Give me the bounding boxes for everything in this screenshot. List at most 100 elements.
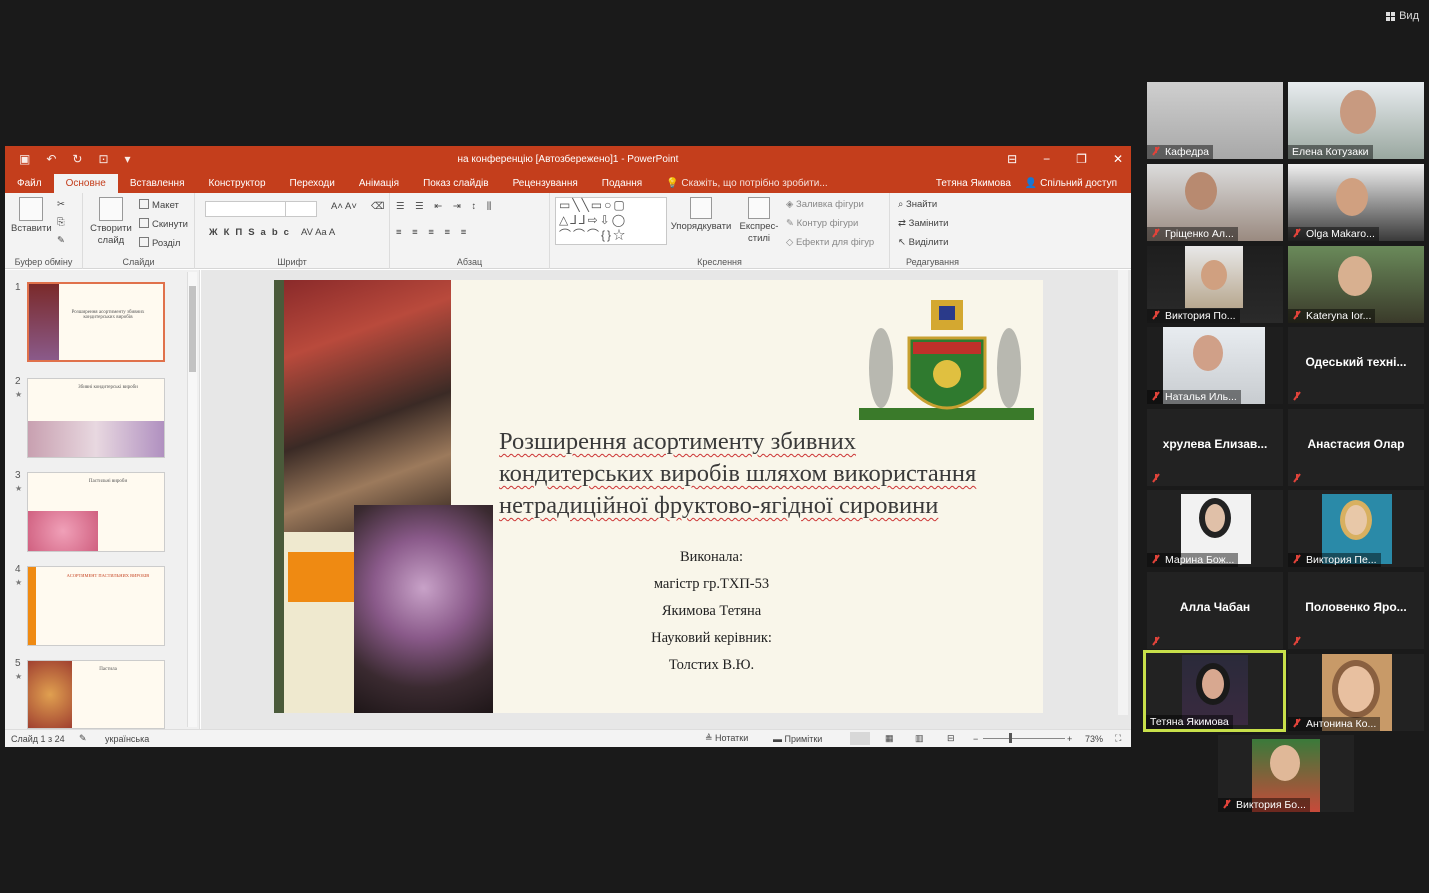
slide-thumbnail[interactable]: АСОРТИМЕНТ ПАСТИЛЬНИХ ВИРОБІВ <box>27 566 165 646</box>
participant-tile[interactable]: Виктория Пе... <box>1288 490 1424 567</box>
share-button[interactable]: 👤 Спільний доступ <box>1025 174 1117 193</box>
participant-name-center: Половенко Яро... <box>1305 600 1407 614</box>
section-button[interactable]: Розділ <box>139 237 180 249</box>
participant-tile[interactable]: Kateryna Ior... <box>1288 246 1424 323</box>
quick-styles-button[interactable]: Експрес-стилі <box>736 197 782 245</box>
layout-button[interactable]: Макет <box>139 199 179 211</box>
language-indicator[interactable]: українська <box>105 734 149 744</box>
arrange-button[interactable]: Упорядкувати <box>670 197 732 232</box>
participant-face <box>1193 335 1223 371</box>
slide-thumbnail[interactable]: Розширення асортименту збивних кондитерс… <box>27 282 165 362</box>
normal-view-icon[interactable] <box>850 732 870 745</box>
participant-tile[interactable]: Гріщенко Ал... <box>1147 164 1283 241</box>
align-buttons[interactable]: ≡ ≡ ≡ ≡ ≡ <box>396 227 470 238</box>
thumb-accent <box>28 567 36 645</box>
participant-tile[interactable]: Алла Чабан <box>1147 572 1283 649</box>
zoom-slider[interactable] <box>983 738 1065 739</box>
zoom-out-icon[interactable]: − <box>973 734 978 744</box>
participant-tile[interactable]: Olga Makaro... <box>1288 164 1424 241</box>
shapes-gallery[interactable]: ▭╲╲▭○▢ △⅃⅃⇨⇩◯ ⌒⌒⌒{}☆ <box>555 197 667 245</box>
close-icon[interactable]: ✕ <box>1113 152 1123 166</box>
tab-animations[interactable]: Анімація <box>347 174 411 193</box>
shape-outline-button[interactable]: ✎ Контур фігури <box>786 218 858 229</box>
zoom-in-icon[interactable]: + <box>1067 734 1072 744</box>
participant-tile[interactable]: Марина Бож... <box>1147 490 1283 567</box>
reading-view-icon[interactable]: ▥ <box>915 733 924 744</box>
shape-fill-button[interactable]: ◈ Заливка фігури <box>786 199 864 210</box>
account-area: Тетяна Якимова 👤 Спільний доступ <box>936 174 1117 193</box>
tab-insert[interactable]: Вставлення <box>118 174 197 193</box>
participant-face <box>1270 745 1300 781</box>
font-size-input[interactable] <box>285 201 317 217</box>
participant-tile[interactable]: Антонина Ко... <box>1288 654 1424 731</box>
grow-font-icon[interactable]: A˄ A˅ <box>331 201 357 212</box>
tab-view[interactable]: Подання <box>590 174 654 193</box>
ribbon: Вставити ✂ ⎘ ✎ Буфер обміну Створити сла… <box>5 193 1131 269</box>
list-buttons[interactable]: ☰ ☰ ⇤ ⇥ ↕ ⫼ <box>396 201 495 212</box>
zoom-slider-thumb[interactable] <box>1009 733 1012 743</box>
save-icon[interactable]: ▣ <box>19 152 30 166</box>
slide-sorter-icon[interactable]: ▦ <box>885 733 894 744</box>
thumb-title: Збивні кондитерські вироби <box>78 385 138 390</box>
cut-icon[interactable]: ✂ <box>57 199 65 210</box>
tab-slideshow[interactable]: Показ слайдів <box>411 174 501 193</box>
user-name[interactable]: Тетяна Якимова <box>936 174 1011 193</box>
reset-button[interactable]: Скинути <box>139 218 188 230</box>
participant-tile[interactable]: Наталья Иль... <box>1147 327 1283 404</box>
start-slideshow-icon[interactable]: ⊡ <box>98 152 108 166</box>
shape-effects-button[interactable]: ◇ Ефекти для фігур <box>786 237 874 248</box>
new-slide-button[interactable]: Створити слайд <box>89 197 133 247</box>
paste-button[interactable]: Вставити <box>11 197 52 234</box>
undo-icon[interactable]: ↶ <box>46 152 56 166</box>
fit-slide-icon[interactable]: ⛶ <box>1115 733 1121 744</box>
slide[interactable]: Розширення асортименту збивних кондитерс… <box>274 280 1043 713</box>
participant-video <box>1185 172 1217 210</box>
replace-button[interactable]: ⇄ Замінити <box>898 218 948 229</box>
author-info: Виконала: магістр гр.ТХП-53 Якимова Тетя… <box>574 544 849 679</box>
participant-tile[interactable]: Елена Котузаки <box>1288 82 1424 159</box>
zoom-level[interactable]: 73% <box>1085 734 1103 744</box>
copy-icon[interactable]: ⎘ <box>57 217 65 228</box>
font-color-icon[interactable]: AV Aa A <box>301 227 335 238</box>
participant-tile[interactable]: Виктория По... <box>1147 246 1283 323</box>
shape-effects-label: Ефекти для фігур <box>795 237 875 248</box>
participant-tile[interactable]: Половенко Яро... <box>1288 572 1424 649</box>
redo-icon[interactable]: ↻ <box>72 152 82 166</box>
notes-button[interactable]: ≜ Нотатки <box>705 733 748 744</box>
tab-design[interactable]: Конструктор <box>197 174 278 193</box>
select-button[interactable]: ↖ Виділити <box>898 237 948 248</box>
slide-thumbnail[interactable]: Збивні кондитерські вироби <box>27 378 165 458</box>
participant-tile[interactable]: Виктория Бо... <box>1218 735 1354 812</box>
format-painter-icon[interactable]: ✎ <box>57 235 65 246</box>
participant-tile-active-speaker[interactable]: Тетяна Якимова <box>1143 650 1286 732</box>
view-button[interactable]: Вид <box>1386 10 1419 22</box>
tab-review[interactable]: Рецензування <box>501 174 590 193</box>
participant-name: Елена Котузаки <box>1288 145 1373 159</box>
tab-transitions[interactable]: Переходи <box>278 174 347 193</box>
customize-qat-icon[interactable]: ▾ <box>125 152 131 166</box>
clear-format-icon[interactable]: ⌫ <box>371 201 384 212</box>
spellcheck-icon[interactable]: ✎ <box>79 733 87 744</box>
tell-me-search[interactable]: 💡 Скажіть, що потрібно зробити... <box>654 174 828 193</box>
scrollbar-thumb[interactable] <box>189 286 196 372</box>
restore-icon[interactable]: ❐ <box>1076 152 1087 166</box>
tab-file[interactable]: Файл <box>5 174 54 193</box>
slide-thumbnail[interactable]: Пастила <box>27 660 165 729</box>
slideshow-view-icon[interactable]: ⊟ <box>947 733 955 744</box>
participant-tile[interactable]: Одеський техні... <box>1288 327 1424 404</box>
slide-thumbnail[interactable]: Пастильні вироби <box>27 472 165 552</box>
participant-tile[interactable]: Кафедра <box>1147 82 1283 159</box>
font-name-input[interactable] <box>205 201 289 217</box>
font-style-buttons[interactable]: ЖКПSabc <box>209 227 295 238</box>
ribbon-display-icon[interactable]: ⊟ <box>1007 152 1017 166</box>
participant-tile[interactable]: хрулева Елизав... <box>1147 409 1283 486</box>
comments-label: Примітки <box>784 733 823 744</box>
participant-tile[interactable]: Анастасия Олар <box>1288 409 1424 486</box>
comments-button[interactable]: ▬ Примітки <box>773 734 822 744</box>
minimize-icon[interactable]: − <box>1043 152 1050 166</box>
canvas-scrollbar[interactable] <box>1118 270 1128 715</box>
find-button[interactable]: ⌕ Знайти <box>898 199 937 210</box>
thumbnail-scrollbar[interactable] <box>187 272 197 727</box>
tab-home[interactable]: Основне <box>53 174 118 193</box>
arrange-icon <box>690 197 712 219</box>
